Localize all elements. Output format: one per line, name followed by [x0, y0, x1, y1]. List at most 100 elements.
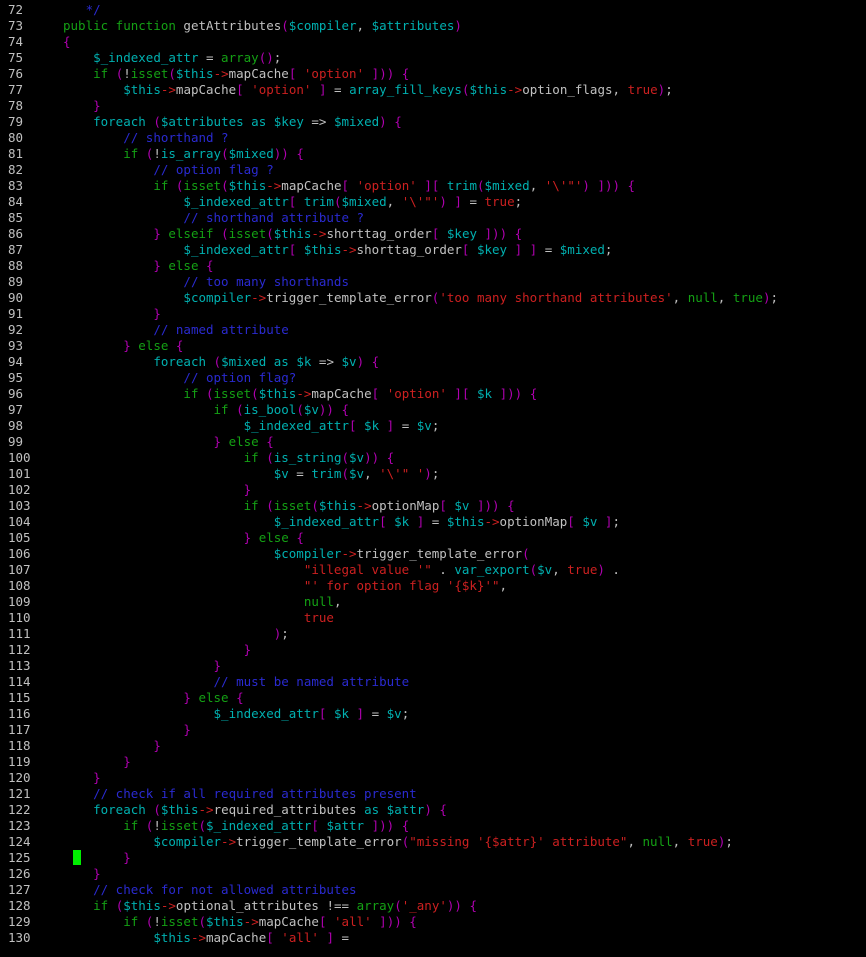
- code-line[interactable]: 101 $v = trim($v, '\'" ');: [0, 466, 866, 482]
- code-line[interactable]: 91 }: [0, 306, 866, 322]
- code-line[interactable]: 130 $this->mapCache[ 'all' ] =: [0, 930, 866, 946]
- code-line[interactable]: 122 foreach ($this->required_attributes …: [0, 802, 866, 818]
- code-line[interactable]: 74 {: [0, 34, 866, 50]
- code-line[interactable]: 129 if (!isset($this->mapCache[ 'all' ])…: [0, 914, 866, 930]
- code-line[interactable]: 119 }: [0, 754, 866, 770]
- code-token: [: [348, 418, 365, 433]
- code-line[interactable]: 117 }: [0, 722, 866, 738]
- code-line[interactable]: 108 "' for option flag '{$k}'",: [0, 578, 866, 594]
- code-line[interactable]: 84 $_indexed_attr[ trim($mixed, '\'"') ]…: [0, 194, 866, 210]
- code-line[interactable]: 103 if (isset($this->optionMap[ $v ])) {: [0, 498, 866, 514]
- code-line[interactable]: 106 $compiler->trigger_template_error(: [0, 546, 866, 562]
- code-token: ): [454, 18, 462, 33]
- code-token: {: [236, 690, 244, 705]
- code-token: $v: [341, 354, 357, 369]
- line-number: 104: [8, 514, 31, 529]
- code-token: trim: [311, 466, 342, 481]
- code-line[interactable]: 94 foreach ($mixed as $k => $v) {: [0, 354, 866, 370]
- code-line[interactable]: 112 }: [0, 642, 866, 658]
- code-line[interactable]: 100 if (is_string($v)) {: [0, 450, 866, 466]
- line-number: 102: [8, 482, 31, 497]
- code-line[interactable]: 121 // check if all required attributes …: [0, 786, 866, 802]
- code-line[interactable]: 125 }: [0, 850, 866, 866]
- code-line[interactable]: 83 if (isset($this->mapCache[ 'option' ]…: [0, 178, 866, 194]
- code-line[interactable]: 109 null,: [0, 594, 866, 610]
- code-line[interactable]: 114 // must be named attribute: [0, 674, 866, 690]
- code-line[interactable]: 92 // named attribute: [0, 322, 866, 338]
- code-line[interactable]: 98 $_indexed_attr[ $k ] = $v;: [0, 418, 866, 434]
- code-token: public function: [63, 18, 184, 33]
- line-number: 123: [8, 818, 31, 833]
- code-line[interactable]: 126 }: [0, 866, 866, 882]
- code-token: isset: [160, 914, 199, 929]
- code-line[interactable]: 127 // check for not allowed attributes: [0, 882, 866, 898]
- code-line[interactable]: 124 $compiler->trigger_template_error("m…: [0, 834, 866, 850]
- code-line[interactable]: 97 if (is_bool($v)) {: [0, 402, 866, 418]
- code-text: foreach ($attributes as $key => $mixed) …: [63, 114, 402, 130]
- code-token: }: [93, 770, 101, 785]
- code-token: ,: [627, 834, 643, 849]
- code-line[interactable]: 113 }: [0, 658, 866, 674]
- code-line[interactable]: 115 } else {: [0, 690, 866, 706]
- code-line[interactable]: 99 } else {: [0, 434, 866, 450]
- code-line[interactable]: 89 // too many shorthands: [0, 274, 866, 290]
- code-line[interactable]: 82 // option flag ?: [0, 162, 866, 178]
- code-editor[interactable]: 72 */73 public function getAttributes($co…: [0, 0, 866, 957]
- code-line[interactable]: 102 }: [0, 482, 866, 498]
- code-line[interactable]: 86 } elseif (isset($this->shorttag_order…: [0, 226, 866, 242]
- code-token: else: [168, 258, 207, 273]
- code-token: // shorthand ?: [123, 130, 229, 145]
- code-line[interactable]: 76 if (!isset($this->mapCache[ 'option' …: [0, 66, 866, 82]
- code-line[interactable]: 96 if (isset($this->mapCache[ 'option' ]…: [0, 386, 866, 402]
- code-token: ->: [507, 82, 523, 97]
- line-number: 108: [8, 578, 31, 593]
- code-line[interactable]: 120 }: [0, 770, 866, 786]
- code-token: }: [183, 722, 191, 737]
- code-line[interactable]: 80 // shorthand ?: [0, 130, 866, 146]
- code-token: ][: [446, 386, 478, 401]
- code-token: $k: [477, 386, 493, 401]
- code-line[interactable]: 73 public function getAttributes($compile…: [0, 18, 866, 34]
- code-text: // named attribute: [63, 322, 288, 338]
- code-token: (: [522, 546, 530, 561]
- code-line[interactable]: 110 true: [0, 610, 866, 626]
- code-token: array_fill_keys: [349, 82, 462, 97]
- line-number: 119: [8, 754, 31, 769]
- code-line[interactable]: 87 $_indexed_attr[ $this->shorttag_order…: [0, 242, 866, 258]
- code-line[interactable]: 81 if (!is_array($mixed)) {: [0, 146, 866, 162]
- code-line[interactable]: 88 } else {: [0, 258, 866, 274]
- code-token: (: [477, 178, 485, 193]
- code-line[interactable]: 95 // option flag?: [0, 370, 866, 386]
- code-token: (: [213, 354, 222, 369]
- code-line[interactable]: 107 "illegal value '" . var_export($v, t…: [0, 562, 866, 578]
- code-line[interactable]: 128 if ($this->optional_attributes !== a…: [0, 898, 866, 914]
- code-line[interactable]: 118 }: [0, 738, 866, 754]
- code-line[interactable]: 116 $_indexed_attr[ $k ] = $v;: [0, 706, 866, 722]
- code-line[interactable]: 72 */: [0, 2, 866, 18]
- code-line[interactable]: 104 $_indexed_attr[ $k ] = $this->option…: [0, 514, 866, 530]
- code-token: [: [266, 930, 282, 945]
- code-token: mapCache: [281, 178, 342, 193]
- code-line[interactable]: 85 // shorthand attribute ?: [0, 210, 866, 226]
- code-line[interactable]: 105 } else {: [0, 530, 866, 546]
- code-line[interactable]: 77 $this->mapCache[ 'option' ] = array_f…: [0, 82, 866, 98]
- code-token: ->: [190, 930, 207, 945]
- code-line[interactable]: 78 }: [0, 98, 866, 114]
- code-token: ) {: [356, 354, 380, 369]
- code-line[interactable]: 93 } else {: [0, 338, 866, 354]
- code-line[interactable]: 79 foreach ($attributes as $key => $mixe…: [0, 114, 866, 130]
- code-line[interactable]: 90 $compiler->trigger_template_error('to…: [0, 290, 866, 306]
- code-line[interactable]: 75 $_indexed_attr = array();: [0, 50, 866, 66]
- code-text: if (isset($this->mapCache[ 'option' ][ t…: [63, 178, 635, 194]
- line-number: 96: [8, 386, 24, 401]
- code-token: $mixed: [228, 146, 274, 161]
- code-line[interactable]: 123 if (!isset($_indexed_attr[ $attr ]))…: [0, 818, 866, 834]
- code-token: $v: [303, 402, 319, 417]
- code-token: {: [266, 434, 274, 449]
- code-text: // shorthand attribute ?: [63, 210, 364, 226]
- code-line[interactable]: 111 );: [0, 626, 866, 642]
